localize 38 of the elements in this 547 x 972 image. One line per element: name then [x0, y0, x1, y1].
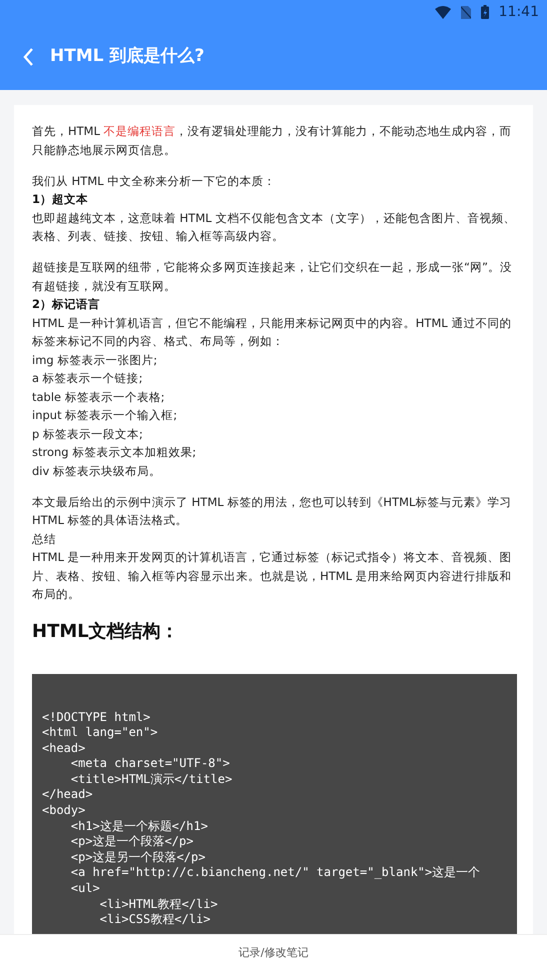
- paragraph: 总结: [32, 530, 57, 548]
- paragraph: p 标签表示一段文本;: [32, 426, 144, 442]
- code-line: <html lang="en">: [42, 725, 158, 741]
- code-line: <head>: [42, 740, 86, 756]
- paragraph: 超链接是互联网的纽带，它能将众多网页连接起来，让它们交织在一起，形成一张“网”。没有超链接，就没有互联网。: [32, 259, 513, 294]
- paragraph: table 标签表示一个表格;: [32, 388, 166, 406]
- wifi-icon: [434, 6, 451, 18]
- note-button[interactable]: 记录/修改笔记: [234, 945, 312, 962]
- paragraph: 也即超越纯文本，这意味着 HTML 文档不仅能包含文本（文字），还能包含图片、音视频、表格、列表、链接、按钮、输入框等高级内容。: [32, 210, 516, 245]
- code-line: <a href="http://c.biancheng.net/" target="_blank">这是一个: [70, 865, 480, 882]
- no-sim-icon: [460, 6, 471, 18]
- section-heading: 1）超文本: [32, 191, 90, 208]
- paragraph: 我们从 HTML 中文全称来分析一下它的本质：: [32, 172, 276, 190]
- paragraph: a 标签表示一个链接;: [32, 370, 144, 387]
- paragraph: HTML 是一种用来开发网页的计算机语言，它通过标签（标记式指令）将文本、音视频、图片、表格、按钮、输入框等内容显示出来。也就是说，HTML 是用来给网页内容进行排版和布局的。: [32, 549, 513, 603]
- section-title: HTML文档结构：: [32, 620, 180, 644]
- back-icon: [22, 48, 34, 66]
- paragraph: input 标签表示一个输入框;: [32, 407, 178, 424]
- paragraph: strong 标签表示文本加粗效果;: [32, 444, 198, 461]
- code-line: <h1>这是一个标题</h1>: [70, 818, 208, 834]
- paragraph: 首先，HTML 不是编程语言，没有逻辑处理能力，没有计算能力，不能动态地生成内容，而只能静态地展示网页信息。: [32, 123, 513, 158]
- code-line: <li>HTML教程</li>: [98, 896, 218, 912]
- code-line: <body>: [42, 803, 86, 819]
- code-line: <p>这是另一个段落</p>: [70, 850, 206, 866]
- battery-icon: [480, 5, 489, 19]
- page-title: HTML 到底是什么?: [50, 45, 204, 68]
- code-line: <meta charset="UTF-8">: [70, 756, 230, 772]
- paragraph: 本文最后给出的示例中演示了 HTML 标签的用法，您也可以转到《HTML标签与元素》学习 HTML 标签的具体语法格式。: [32, 494, 512, 529]
- section-heading: 2）标记语言: [32, 296, 102, 313]
- code-line: <title>HTML演示</title>: [70, 772, 232, 788]
- code-line: <!DOCTYPE html>: [42, 710, 150, 726]
- code-line: <p>这是一个段落</p>: [70, 834, 194, 850]
- paragraph: img 标签表示一张图片;: [32, 352, 158, 368]
- status-time: 11:41: [498, 2, 539, 22]
- paragraph: div 标签表示块级布局。: [32, 462, 162, 480]
- code-line: </head>: [42, 787, 93, 804]
- code-line: <ul>: [70, 881, 100, 897]
- code-line: <li>CSS教程</li>: [98, 912, 210, 928]
